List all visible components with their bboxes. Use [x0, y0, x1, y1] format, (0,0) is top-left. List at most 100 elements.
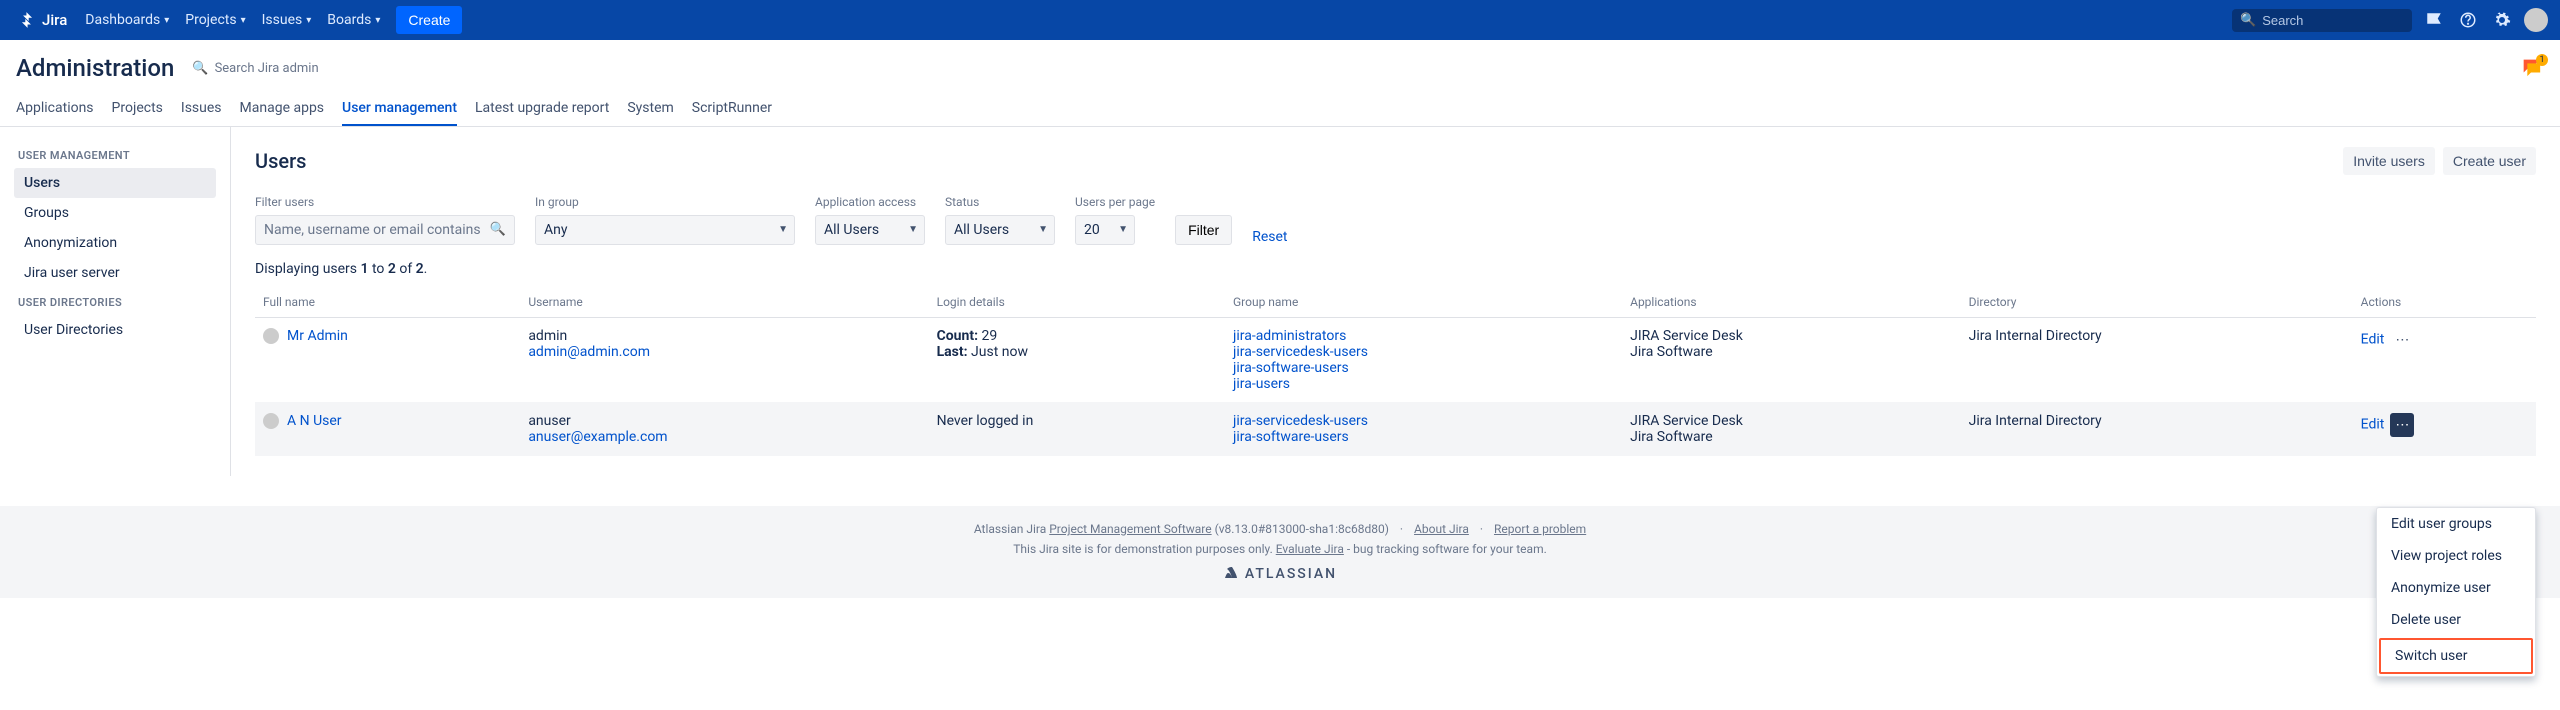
col-group-name: Group name [1225, 287, 1622, 318]
tab-scriptrunner[interactable]: ScriptRunner [692, 92, 772, 126]
admin-search[interactable]: 🔍 Search Jira admin [192, 61, 318, 76]
footer: Atlassian Jira Project Management Softwa… [0, 506, 2560, 598]
search-icon: 🔍 [2240, 13, 2256, 28]
user-name-link[interactable]: Mr Admin [287, 328, 348, 344]
jira-logo[interactable]: Jira [12, 11, 73, 29]
filters-row: Filter users Name, username or email con… [255, 195, 2536, 245]
admin-search-placeholder: Search Jira admin [215, 61, 319, 76]
reset-link[interactable]: Reset [1252, 229, 1287, 245]
group-link[interactable]: jira-servicedesk-users [1233, 413, 1614, 429]
chevron-down-icon: ▼ [778, 224, 788, 235]
sidebar-group-header: USER DIRECTORIES [14, 288, 230, 315]
user-name-link[interactable]: A N User [287, 413, 342, 429]
settings-icon[interactable] [2490, 8, 2514, 32]
atlassian-icon [1223, 566, 1239, 582]
group-link[interactable]: jira-software-users [1233, 360, 1614, 376]
chevron-down-icon: ▼ [908, 224, 918, 235]
avatar [263, 413, 279, 429]
user-avatar[interactable] [2524, 8, 2548, 32]
dropdown-item-view-project-roles[interactable]: View project roles [2377, 540, 2535, 572]
col-actions: Actions [2353, 287, 2536, 318]
in-group-select[interactable]: Any ▼ [535, 215, 795, 245]
report-problem-link[interactable]: Report a problem [1494, 522, 1586, 536]
avatar [263, 328, 279, 344]
table-row: Mr Adminadminadmin@admin.comCount: 29Las… [255, 318, 2536, 403]
footer-pm-link[interactable]: Project Management Software [1049, 522, 1211, 536]
filter-users-input[interactable]: Name, username or email contains 🔍 [255, 215, 515, 245]
filter-button[interactable]: Filter [1175, 215, 1232, 245]
more-actions-button[interactable]: ⋯ [2390, 328, 2414, 352]
actions-dropdown: Edit user groupsView project rolesAnonym… [2376, 507, 2536, 677]
group-link[interactable]: jira-administrators [1233, 328, 1614, 344]
group-link[interactable]: jira-users [1233, 376, 1614, 392]
feedback-badge: 1 [2536, 54, 2548, 66]
app-name: JIRA Service Desk [1630, 413, 1952, 429]
search-icon: 🔍 [192, 61, 208, 76]
user-email-link[interactable]: admin@admin.com [528, 344, 920, 360]
app-name: JIRA Service Desk [1630, 328, 1952, 344]
sidebar-item-groups[interactable]: Groups [14, 198, 216, 228]
col-applications: Applications [1622, 287, 1960, 318]
admin-tabs: Applications Projects Issues Manage apps Use… [0, 92, 2560, 127]
status-select[interactable]: All Users ▼ [945, 215, 1055, 245]
atlassian-logo: ATLASSIAN [16, 566, 2544, 582]
chevron-down-icon: ▾ [241, 15, 246, 26]
quick-search-input[interactable] [2262, 13, 2404, 28]
app-name: Jira Software [1630, 429, 1952, 445]
more-actions-button[interactable]: ⋯ [2390, 413, 2414, 437]
app-name: Jira Software [1630, 344, 1952, 360]
section-title: Users [255, 149, 306, 173]
per-page-label: Users per page [1075, 195, 1155, 209]
nav-dashboards[interactable]: Dashboards▾ [77, 6, 177, 34]
edit-link[interactable]: Edit [2361, 332, 2385, 348]
quick-search[interactable]: 🔍 [2232, 9, 2412, 32]
evaluate-jira-link[interactable]: Evaluate Jira [1276, 542, 1344, 556]
edit-link[interactable]: Edit [2361, 417, 2385, 433]
tab-latest-upgrade-report[interactable]: Latest upgrade report [475, 92, 609, 126]
sidebar-item-anonymization[interactable]: Anonymization [14, 228, 216, 258]
tab-system[interactable]: System [627, 92, 673, 126]
jira-icon [18, 11, 36, 29]
top-nav: Jira Dashboards▾Projects▾Issues▾Boards▾ … [0, 0, 2560, 40]
invite-users-button[interactable]: Invite users [2343, 147, 2435, 175]
directory: Jira Internal Directory [1961, 403, 2353, 456]
tab-issues[interactable]: Issues [181, 92, 222, 126]
group-link[interactable]: jira-servicedesk-users [1233, 344, 1614, 360]
nav-issues[interactable]: Issues▾ [254, 6, 320, 34]
per-page-select[interactable]: 20 ▼ [1075, 215, 1135, 245]
group-link[interactable]: jira-software-users [1233, 429, 1614, 445]
help-icon[interactable] [2456, 8, 2480, 32]
sidebar: USER MANAGEMENTUsersGroupsAnonymizationJ… [0, 127, 230, 476]
sidebar-item-users[interactable]: Users [14, 168, 216, 198]
give-feedback-button[interactable]: 1 [2520, 56, 2544, 80]
tab-applications[interactable]: Applications [16, 92, 94, 126]
table-row: A N Useranuseranuser@example.comNever lo… [255, 403, 2536, 456]
tab-user-management[interactable]: User management [342, 92, 457, 126]
tab-projects[interactable]: Projects [112, 92, 163, 126]
admin-header: Administration 🔍 Search Jira admin 1 [0, 40, 2560, 82]
sidebar-item-user-directories[interactable]: User Directories [14, 315, 216, 345]
filter-users-label: Filter users [255, 195, 515, 209]
main-content: Users Invite users Create user Filter us… [230, 127, 2560, 476]
chevron-down-icon: ▼ [1038, 224, 1048, 235]
dropdown-item-delete-user[interactable]: Delete user [2377, 604, 2535, 636]
chevron-down-icon: ▾ [306, 15, 311, 26]
nav-projects[interactable]: Projects▾ [177, 6, 253, 34]
chevron-down-icon: ▾ [375, 15, 380, 26]
app-access-label: Application access [815, 195, 925, 209]
tab-manage-apps[interactable]: Manage apps [240, 92, 325, 126]
app-access-select[interactable]: All Users ▼ [815, 215, 925, 245]
dropdown-item-edit-user-groups[interactable]: Edit user groups [2377, 508, 2535, 540]
chevron-down-icon: ▼ [1118, 224, 1128, 235]
nav-boards[interactable]: Boards▾ [319, 6, 388, 34]
users-table: Full nameUsernameLogin detailsGroup name… [255, 287, 2536, 456]
user-email-link[interactable]: anuser@example.com [528, 429, 920, 445]
feedback-icon[interactable] [2422, 8, 2446, 32]
dropdown-item-anonymize-user[interactable]: Anonymize user [2377, 572, 2535, 604]
create-button[interactable]: Create [396, 6, 462, 34]
login-never: Never logged in [937, 413, 1217, 429]
about-jira-link[interactable]: About Jira [1414, 522, 1469, 536]
create-user-button[interactable]: Create user [2443, 147, 2536, 175]
dropdown-item-switch-user[interactable]: Switch user [2379, 638, 2533, 674]
sidebar-item-jira-user-server[interactable]: Jira user server [14, 258, 216, 288]
